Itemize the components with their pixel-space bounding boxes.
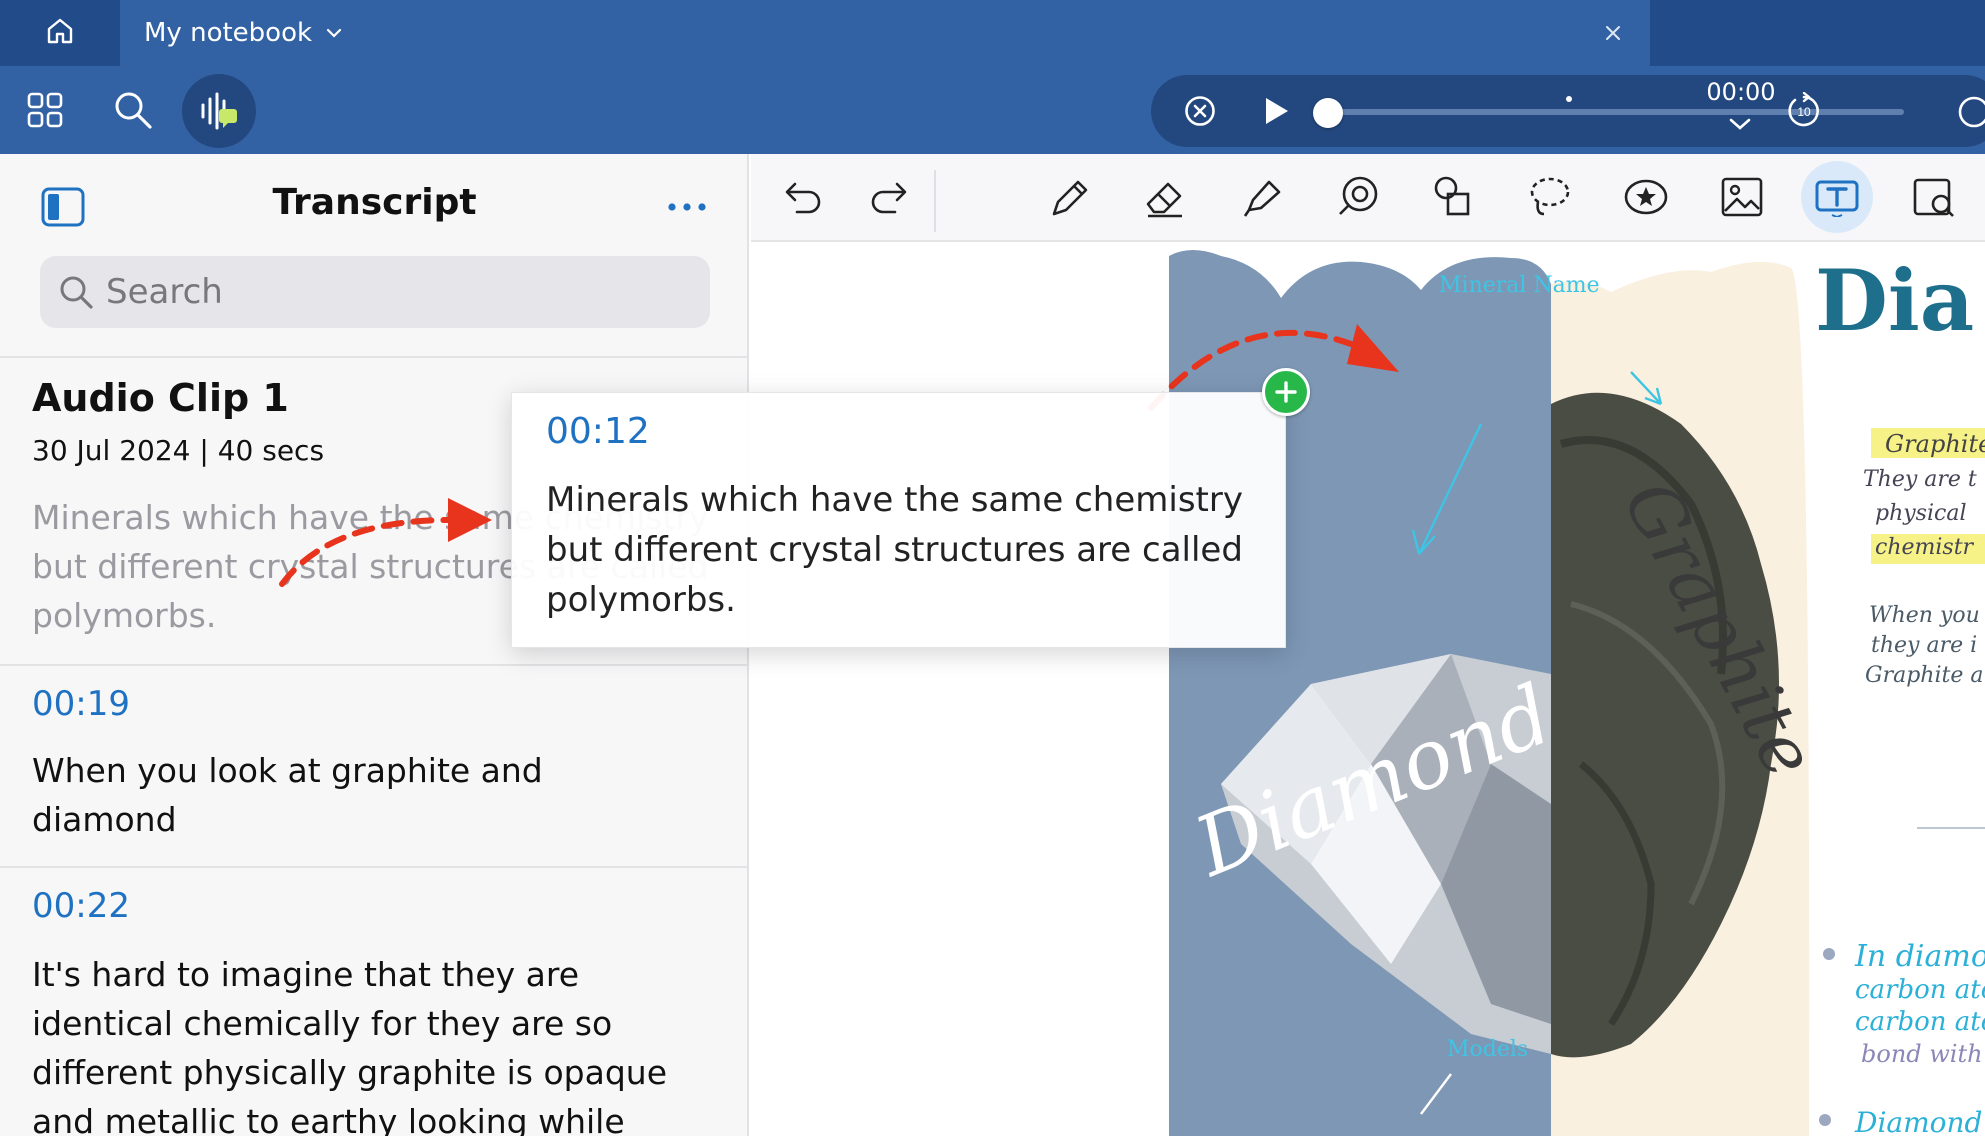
note-line: They are t: [1863, 467, 1977, 492]
divider: [934, 170, 936, 232]
lasso-icon: [1530, 177, 1570, 216]
canvas-toolbar: [751, 154, 1985, 242]
current-time: 00:00: [1706, 78, 1776, 106]
clip-title: Audio Clip 1: [32, 376, 289, 420]
page-title-fragment: Dia: [1815, 251, 1974, 350]
note-line: carbon ato: [1855, 975, 1985, 1005]
notebook-tab[interactable]: My notebook: [120, 0, 1650, 66]
close-tab-button[interactable]: [1598, 18, 1628, 48]
clip-meta: 30 Jul 2024 | 40 secs: [32, 434, 325, 467]
home-icon: [44, 15, 76, 51]
lasso-tool[interactable]: [1520, 168, 1578, 226]
note-line: Graphite: [1885, 430, 1985, 458]
search-icon: [115, 92, 152, 129]
undo-icon: [785, 182, 821, 214]
chevron-down-icon: [1727, 116, 1753, 136]
note-line: chemistr: [1875, 535, 1975, 560]
main-toolbar: 10: [0, 66, 1985, 154]
search-icon: [56, 272, 96, 312]
search-placeholder: Search: [106, 272, 223, 312]
notebook-page: Diamond Graphite Mineral Name Models Dia…: [1148, 250, 1985, 1136]
transcript-title: Transcript: [272, 182, 477, 223]
title-bar: My notebook: [0, 0, 1985, 66]
chevron-down-icon[interactable]: [326, 27, 342, 39]
skip-seconds-label: 10: [1797, 105, 1811, 119]
play-icon: [1266, 98, 1288, 124]
close-player-button[interactable]: [1175, 75, 1225, 147]
drag-card-text: Minerals which have the same chemistry b…: [546, 480, 1243, 620]
eraser-icon: [1146, 182, 1182, 218]
undo-button[interactable]: [773, 168, 831, 226]
image-tool[interactable]: [1713, 168, 1771, 226]
more-options-button[interactable]: [660, 182, 714, 232]
note-line: bond with f: [1861, 1040, 1985, 1068]
shape-pen-icon: [1339, 176, 1378, 215]
segment-text[interactable]: When you look at graphite and diamond: [32, 746, 552, 844]
close-circle-icon: [1185, 96, 1215, 126]
dragged-transcript-card[interactable]: 00:12 Minerals which have the same chemi…: [511, 392, 1286, 648]
note-line: Diamond is: [1854, 1106, 1985, 1136]
play-button[interactable]: [1251, 75, 1301, 147]
stickers-tool[interactable]: [1617, 168, 1675, 226]
transcript-search-input[interactable]: Search: [40, 256, 710, 328]
highlighter-tool[interactable]: [1233, 168, 1291, 226]
note-line: When you: [1869, 603, 1980, 628]
audio-player: 10: [1151, 75, 1985, 147]
skip-forward-10-icon: [1958, 96, 1985, 128]
note-line: carbon ato: [1855, 1007, 1985, 1037]
pen-icon: [1052, 180, 1088, 216]
redo-button[interactable]: [861, 168, 919, 226]
transcript-header: Transcript Search: [0, 154, 747, 358]
more-icon: [668, 203, 706, 211]
close-icon: [1606, 26, 1620, 40]
pen-tool[interactable]: [1040, 168, 1098, 226]
shapes-icon: [1434, 176, 1470, 216]
grid-icon: [27, 92, 63, 128]
eraser-tool[interactable]: [1136, 168, 1194, 226]
plus-icon: [1275, 381, 1297, 403]
drag-arrow: [279, 498, 492, 587]
note-line: physical: [1875, 501, 1966, 526]
skip-forward-button[interactable]: [1954, 75, 1985, 147]
note-line: In diamond: [1854, 939, 1985, 974]
segment-timestamp[interactable]: 00:19: [32, 684, 130, 724]
shapes-tool[interactable]: [1425, 168, 1483, 226]
audio-waveform-icon: [201, 92, 237, 130]
audio-transcript-button[interactable]: [182, 74, 256, 148]
notebook-canvas[interactable]: Diamond Graphite Mineral Name Models Dia…: [751, 244, 1985, 1136]
tab-title: My notebook: [144, 18, 313, 48]
home-button[interactable]: [0, 0, 120, 66]
text-box-icon: [1815, 180, 1859, 217]
bookmark-marker: [1566, 96, 1572, 102]
note-line: they are i: [1871, 633, 1977, 658]
note-line: Graphite a: [1865, 663, 1983, 688]
highlighter-icon: [1243, 180, 1281, 217]
drag-card-timestamp: 00:12: [546, 411, 650, 452]
search-button[interactable]: [108, 66, 158, 154]
sticker-icon: [1624, 179, 1668, 215]
mineral-name-label: Mineral Name: [1439, 273, 1600, 298]
segment-text[interactable]: It's hard to imagine that they are ident…: [32, 950, 722, 1136]
image-search-icon: [1913, 178, 1954, 217]
redo-icon: [871, 182, 907, 214]
time-selector[interactable]: 00:00: [1696, 66, 1796, 154]
segment-timestamp[interactable]: 00:22: [32, 886, 130, 926]
divider: [0, 664, 747, 666]
shape-recognition-tool[interactable]: [1329, 168, 1387, 226]
divider: [0, 866, 747, 868]
image-icon: [1721, 177, 1763, 217]
camera-tool[interactable]: [1905, 168, 1963, 226]
text-tool[interactable]: [1801, 161, 1873, 233]
progress-thumb[interactable]: [1313, 98, 1343, 128]
drop-add-button[interactable]: [1262, 368, 1310, 416]
grid-view-button[interactable]: [20, 66, 70, 154]
models-label: Models: [1447, 1037, 1528, 1062]
